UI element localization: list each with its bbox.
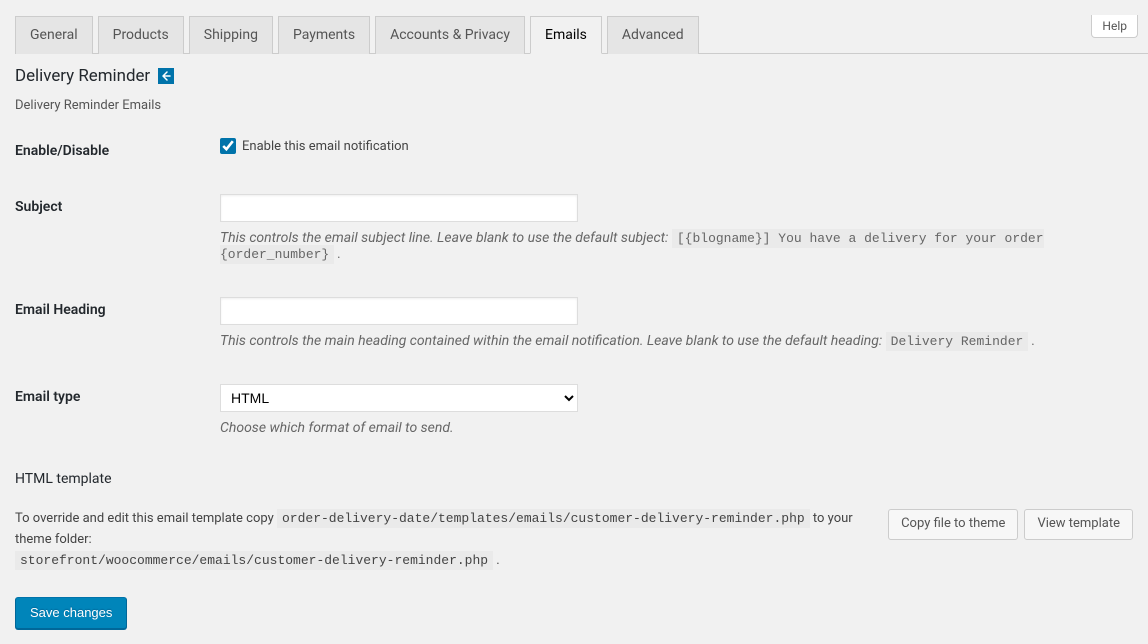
enable-checkbox-text: Enable this email notification — [242, 139, 409, 154]
help-tab[interactable]: Help — [1091, 15, 1138, 38]
row-subject: Subject This controls the email subject … — [15, 194, 1133, 262]
page-subtitle: Delivery Reminder Emails — [15, 98, 1133, 113]
tab-payments[interactable]: Payments — [278, 16, 370, 54]
tab-advanced[interactable]: Advanced — [607, 16, 699, 54]
heading-desc-code: Delivery Reminder — [886, 332, 1029, 351]
enable-checkbox-label[interactable]: Enable this email notification — [220, 138, 1133, 154]
label-subject: Subject — [15, 194, 220, 215]
email-type-select[interactable]: HTML — [220, 384, 578, 412]
tab-general[interactable]: General — [15, 16, 93, 54]
heading-input[interactable] — [220, 297, 578, 325]
heading-desc-suffix: . — [1028, 333, 1035, 349]
subject-description: This controls the email subject line. Le… — [220, 230, 1133, 262]
back-icon[interactable] — [158, 68, 174, 84]
subject-desc-prefix: This controls the email subject line. Le… — [220, 230, 672, 246]
template-code-2: storefront/woocommerce/emails/customer-d… — [15, 551, 493, 570]
template-code-1: order-delivery-date/templates/emails/cus… — [277, 509, 810, 528]
content-area: Delivery Reminder Delivery Reminder Emai… — [0, 54, 1148, 644]
row-heading: Email Heading This controls the main hea… — [15, 297, 1133, 349]
view-template-button[interactable]: View template — [1024, 509, 1133, 539]
settings-form: Enable/Disable Enable this email notific… — [15, 138, 1133, 629]
subject-desc-suffix: . — [334, 246, 341, 262]
tab-accounts-privacy[interactable]: Accounts & Privacy — [375, 16, 525, 54]
row-enable: Enable/Disable Enable this email notific… — [15, 138, 1133, 159]
nav-tabs: General Products Shipping Payments Accou… — [15, 15, 1148, 54]
page-title-text: Delivery Reminder — [15, 66, 150, 86]
tab-emails[interactable]: Emails — [530, 16, 602, 54]
template-buttons: Copy file to theme View template — [888, 509, 1133, 539]
copy-file-button[interactable]: Copy file to theme — [888, 509, 1018, 539]
label-enable: Enable/Disable — [15, 138, 220, 159]
html-template-title: HTML template — [15, 471, 1133, 487]
template-text-1: To override and edit this email template… — [15, 511, 277, 526]
row-email-type: Email type HTML Choose which format of e… — [15, 384, 1133, 436]
page-title: Delivery Reminder — [15, 66, 1133, 86]
template-text-3: . — [493, 553, 500, 568]
template-text: To override and edit this email template… — [15, 509, 868, 571]
label-heading: Email Heading — [15, 297, 220, 318]
tab-products[interactable]: Products — [98, 16, 184, 54]
subject-input[interactable] — [220, 194, 578, 222]
enable-checkbox[interactable] — [220, 138, 236, 154]
label-email-type: Email type — [15, 384, 220, 405]
heading-desc-prefix: This controls the main heading contained… — [220, 333, 886, 349]
template-row: To override and edit this email template… — [15, 509, 1133, 571]
email-type-description: Choose which format of email to send. — [220, 420, 1133, 436]
tab-shipping[interactable]: Shipping — [189, 16, 273, 54]
heading-description: This controls the main heading contained… — [220, 333, 1133, 349]
save-changes-button[interactable]: Save changes — [15, 597, 127, 629]
